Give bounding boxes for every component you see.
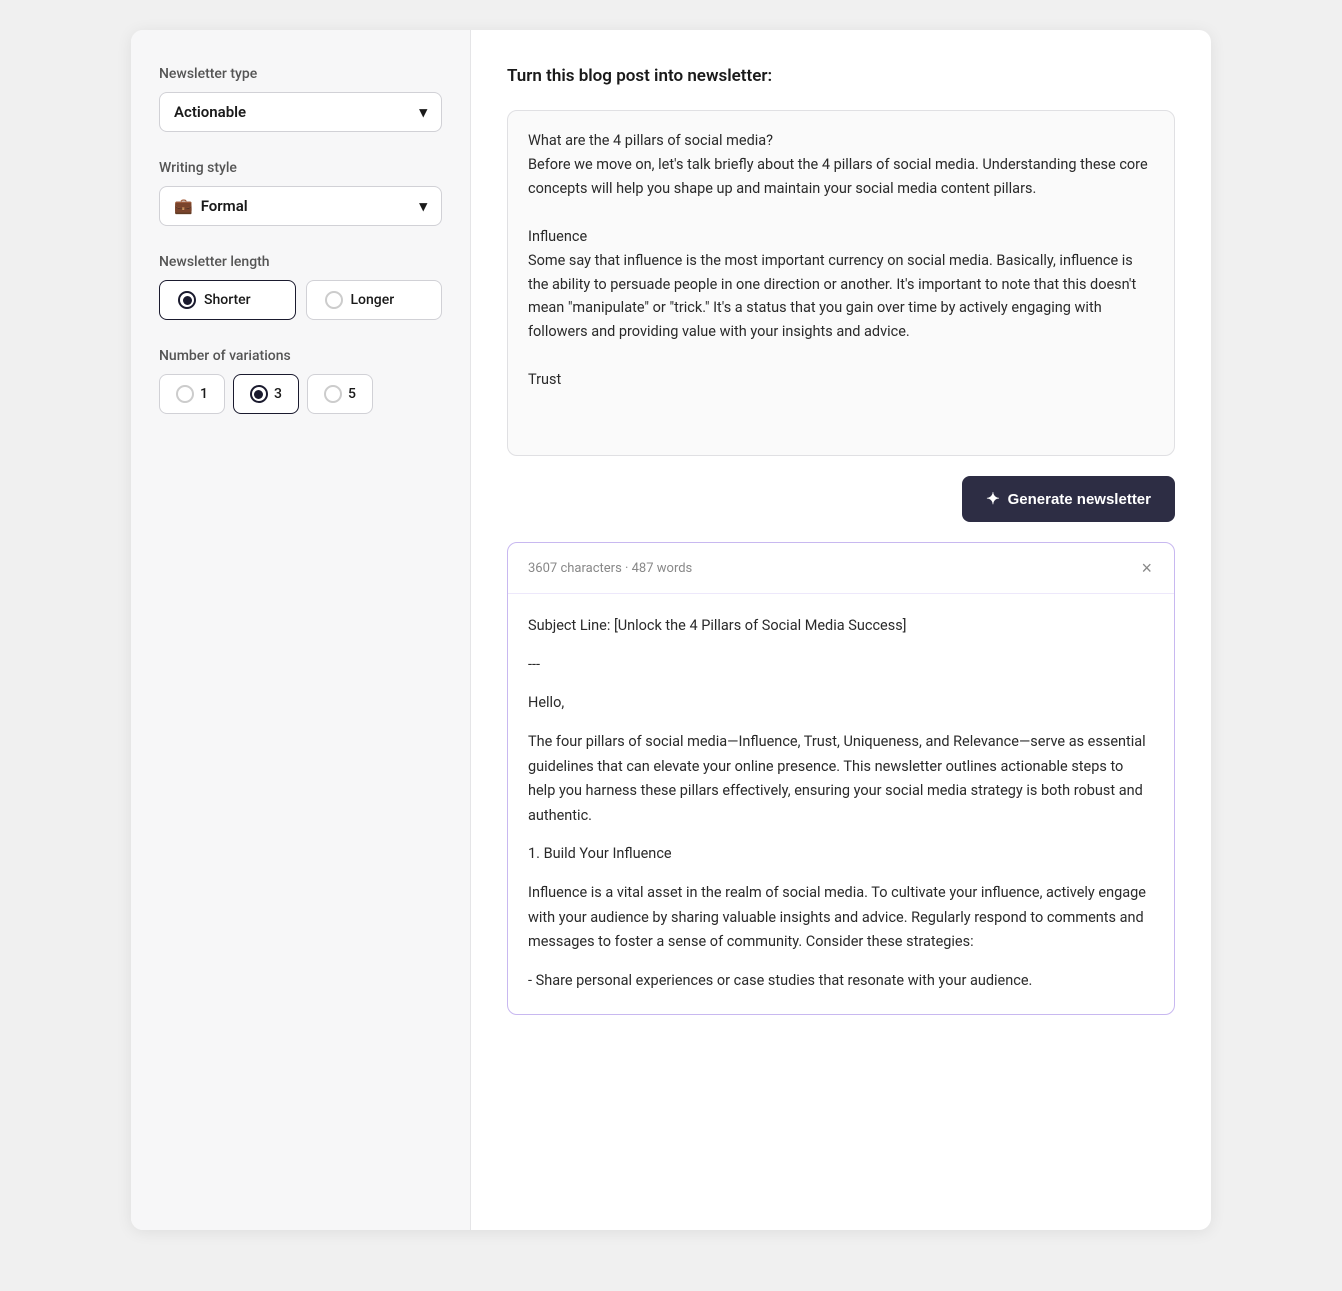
writing-style-select[interactable]: 💼 Formal ▾ — [159, 186, 442, 226]
length-option-shorter[interactable]: Shorter — [159, 280, 296, 320]
var3-label: 3 — [274, 386, 282, 402]
result-content: Subject Line: [Unlock the 4 Pillars of S… — [508, 594, 1174, 1014]
variation-option-3[interactable]: 3 — [233, 374, 299, 414]
newsletter-length-label: Newsletter length — [159, 254, 442, 270]
result-section1-title: 1. Build Your Influence — [528, 842, 1154, 867]
result-section1-bullet: - Share personal experiences or case stu… — [528, 969, 1154, 994]
result-greeting: Hello, — [528, 691, 1154, 716]
newsletter-type-select[interactable]: Actionable ▾ — [159, 92, 442, 132]
variations-radio-group: 1 3 5 — [159, 374, 442, 414]
longer-label: Longer — [351, 292, 395, 308]
length-option-longer[interactable]: Longer — [306, 280, 443, 320]
result-section1-body: Influence is a vital asset in the realm … — [528, 881, 1154, 955]
variation-option-1[interactable]: 1 — [159, 374, 225, 414]
blog-input[interactable]: What are the 4 pillars of social media? … — [508, 111, 1174, 451]
newsletter-length-section: Newsletter length Shorter Longer — [159, 254, 442, 320]
newsletter-type-label: Newsletter type — [159, 66, 442, 82]
close-result-button[interactable]: × — [1139, 557, 1154, 579]
blog-input-wrapper: What are the 4 pillars of social media? … — [507, 110, 1175, 456]
result-subject-line: Subject Line: [Unlock the 4 Pillars of S… — [528, 614, 1154, 639]
var1-radio-circle — [176, 385, 194, 403]
writing-style-value-wrapper: 💼 Formal — [174, 197, 248, 215]
main-content: Turn this blog post into newsletter: Wha… — [471, 30, 1211, 1230]
variations-section: Number of variations 1 3 5 — [159, 348, 442, 414]
variation-option-5[interactable]: 5 — [307, 374, 373, 414]
sparkle-icon: ✦ — [986, 489, 999, 509]
var5-radio-circle — [324, 385, 342, 403]
var5-label: 5 — [348, 386, 356, 402]
result-header: 3607 characters · 487 words × — [508, 543, 1174, 594]
writing-style-label: Writing style — [159, 160, 442, 176]
newsletter-type-value: Actionable — [174, 103, 246, 121]
shorter-radio-circle — [178, 291, 196, 309]
generate-newsletter-button[interactable]: ✦ Generate newsletter — [962, 476, 1175, 522]
longer-radio-circle — [325, 291, 343, 309]
newsletter-type-section: Newsletter type Actionable ▾ — [159, 66, 442, 132]
chevron-down-icon: ▾ — [419, 197, 427, 215]
result-paragraph1: The four pillars of social media—Influen… — [528, 730, 1154, 829]
briefcase-icon: 💼 — [174, 197, 193, 215]
variations-label: Number of variations — [159, 348, 442, 364]
chevron-down-icon: ▾ — [419, 103, 427, 121]
result-separator: --- — [528, 653, 1154, 678]
sidebar: Newsletter type Actionable ▾ Writing sty… — [131, 30, 471, 1230]
shorter-label: Shorter — [204, 292, 251, 308]
writing-style-value: Formal — [201, 197, 248, 215]
result-stats: 3607 characters · 487 words — [528, 561, 692, 576]
result-card: 3607 characters · 487 words × Subject Li… — [507, 542, 1175, 1015]
generate-row: ✦ Generate newsletter — [507, 476, 1175, 522]
var3-radio-circle — [250, 385, 268, 403]
main-title: Turn this blog post into newsletter: — [507, 66, 1175, 86]
generate-button-label: Generate newsletter — [1008, 491, 1151, 508]
length-radio-group: Shorter Longer — [159, 280, 442, 320]
writing-style-section: Writing style 💼 Formal ▾ — [159, 160, 442, 226]
var1-label: 1 — [200, 386, 208, 402]
